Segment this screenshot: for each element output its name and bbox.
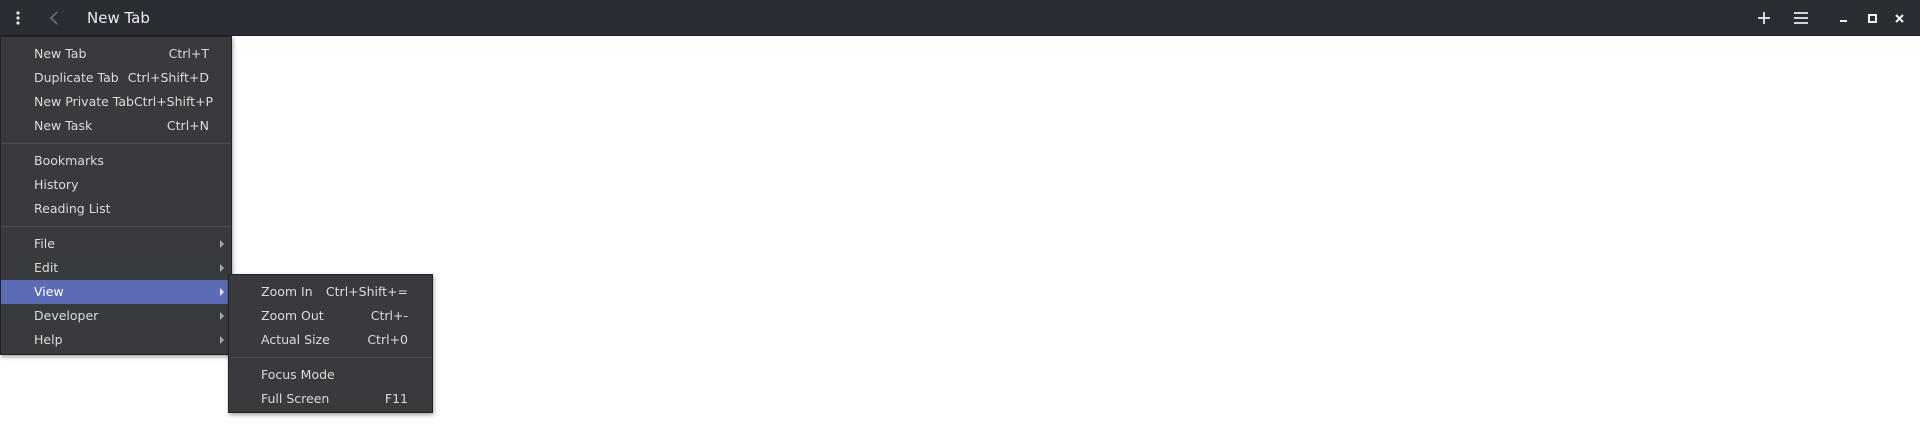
submenu-arrow-icon: [220, 336, 224, 344]
menu-separator: [229, 357, 432, 358]
menu-item-file[interactable]: File: [1, 232, 231, 256]
new-tab-button[interactable]: [1750, 0, 1778, 36]
menu-item-developer[interactable]: Developer: [1, 304, 231, 328]
menu-separator: [1, 143, 231, 144]
menu-item-label: History: [34, 177, 79, 192]
menu-item-help[interactable]: Help: [1, 328, 231, 352]
app-menu: New Tab Ctrl+T Duplicate Tab Ctrl+Shift+…: [0, 36, 232, 355]
submenu-arrow-icon: [220, 240, 224, 248]
menu-item-label: Zoom Out: [261, 308, 324, 323]
menu-item-label: Developer: [34, 308, 99, 323]
vertical-dots-icon: [16, 11, 20, 25]
menu-item-label: Focus Mode: [261, 367, 335, 382]
menu-item-shortcut: Ctrl+Shift+P: [133, 94, 214, 109]
menu-separator: [1, 226, 231, 227]
menu-item-shortcut: F11: [384, 391, 408, 406]
menu-item-label: Zoom In: [261, 284, 313, 299]
menu-item-shortcut: Ctrl+Shift+=: [325, 284, 408, 299]
window-title: New Tab: [87, 9, 150, 27]
menu-item-shortcut: Ctrl+0: [367, 332, 408, 347]
menu-item-focus-mode[interactable]: Focus Mode: [229, 363, 432, 387]
menu-item-shortcut: Ctrl+Shift+D: [127, 70, 209, 85]
menu-item-label: Duplicate Tab: [34, 70, 119, 85]
menu-item-label: Actual Size: [261, 332, 330, 347]
menu-item-label: Reading List: [34, 201, 111, 216]
menu-item-label: File: [34, 236, 55, 251]
back-button[interactable]: [40, 0, 68, 36]
menu-item-bookmarks[interactable]: Bookmarks: [1, 149, 231, 173]
menu-item-label: View: [34, 284, 64, 299]
chevron-left-icon: [49, 11, 58, 25]
hamburger-menu-button[interactable]: [1787, 0, 1815, 36]
menu-item-duplicate-tab[interactable]: Duplicate Tab Ctrl+Shift+D: [1, 66, 231, 90]
menu-item-shortcut: Ctrl+N: [166, 118, 209, 133]
menu-item-reading-list[interactable]: Reading List: [1, 197, 231, 221]
menu-item-new-tab[interactable]: New Tab Ctrl+T: [1, 42, 231, 66]
hamburger-icon: [1794, 12, 1808, 24]
submenu-arrow-icon: [220, 288, 224, 296]
menu-item-zoom-out[interactable]: Zoom Out Ctrl+-: [229, 304, 432, 328]
plus-icon: [1758, 12, 1770, 24]
close-icon: [1894, 13, 1904, 23]
menu-item-label: New Task: [34, 118, 93, 133]
menu-item-shortcut: Ctrl+-: [370, 308, 408, 323]
menu-item-label: New Tab: [34, 46, 87, 61]
menu-item-label: Help: [34, 332, 63, 347]
menu-item-shortcut: Ctrl+T: [168, 46, 209, 61]
menu-item-label: Full Screen: [261, 391, 330, 406]
menu-item-edit[interactable]: Edit: [1, 256, 231, 280]
title-bar: New Tab: [0, 0, 1920, 36]
app-menu-button[interactable]: [4, 0, 32, 36]
submenu-arrow-icon: [220, 264, 224, 272]
menu-item-label: Edit: [34, 260, 59, 275]
menu-item-full-screen[interactable]: Full Screen F11: [229, 387, 432, 411]
minimize-button[interactable]: [1832, 0, 1856, 36]
menu-item-view[interactable]: View: [1, 280, 231, 304]
menu-item-new-task[interactable]: New Task Ctrl+N: [1, 114, 231, 138]
menu-item-zoom-in[interactable]: Zoom In Ctrl+Shift+=: [229, 280, 432, 304]
close-button[interactable]: [1887, 0, 1911, 36]
maximize-icon: [1867, 13, 1877, 23]
maximize-button[interactable]: [1860, 0, 1884, 36]
menu-item-new-private-tab[interactable]: New Private Tab Ctrl+Shift+P: [1, 90, 231, 114]
menu-item-history[interactable]: History: [1, 173, 231, 197]
submenu-arrow-icon: [220, 312, 224, 320]
minimize-icon: [1840, 20, 1847, 22]
menu-item-label: New Private Tab: [34, 94, 134, 109]
menu-item-label: Bookmarks: [34, 153, 104, 168]
menu-item-actual-size[interactable]: Actual Size Ctrl+0: [229, 328, 432, 352]
view-submenu: Zoom In Ctrl+Shift+= Zoom Out Ctrl+- Act…: [228, 274, 433, 413]
